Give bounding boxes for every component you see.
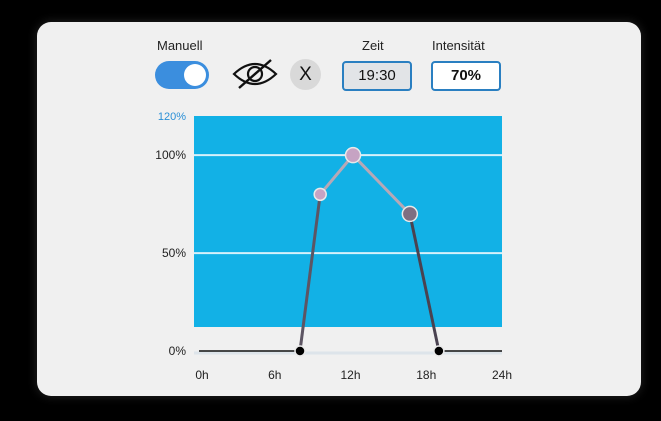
x-tick-label: 12h [340,368,360,382]
plot-area [194,116,502,327]
x-tick-label: 18h [416,368,436,382]
y-tick-label: 100% [155,148,186,162]
x-tick-label: 6h [268,368,281,382]
x-tick-label: 24h [492,368,512,382]
y-tick-label: 0% [169,344,187,358]
data-point [433,345,445,357]
data-point [401,205,419,223]
data-point [344,146,362,164]
intensity-chart[interactable]: 0% 50% 100% 120% 0h 6h 12h 18h 24h [0,0,661,421]
y-tick-label: 50% [162,246,186,260]
data-point [294,345,306,357]
x-tick-label: 0h [195,368,208,382]
y-tick-label: 120% [158,111,186,123]
data-point [313,187,327,202]
